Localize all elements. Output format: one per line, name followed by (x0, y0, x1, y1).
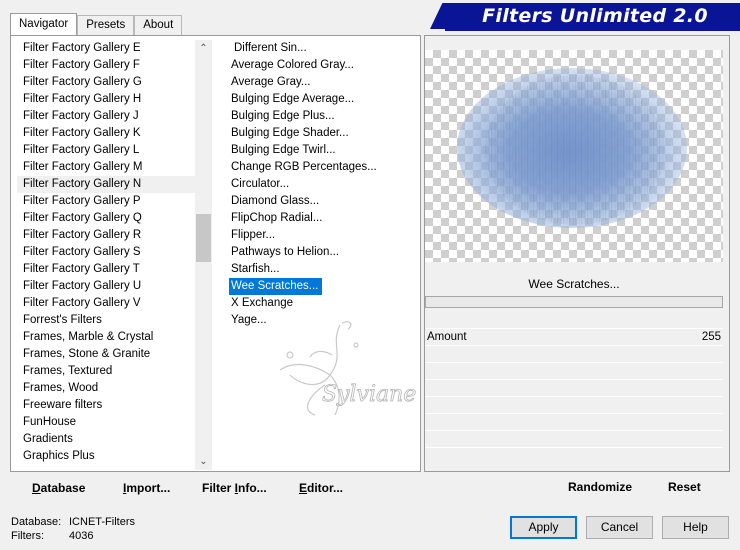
import-button[interactable]: Import... (121, 480, 172, 498)
param-row-amount[interactable]: Amount 255 (425, 328, 723, 345)
filter-item[interactable]: Flipper... (225, 227, 405, 244)
preview-divider (425, 296, 723, 308)
randomize-button[interactable]: Randomize (568, 480, 632, 494)
filter-list: Different Sin... Average Colored Gray... A… (225, 40, 405, 340)
category-item[interactable]: Filter Factory Gallery K (17, 125, 195, 142)
filter-item[interactable]: FlipChop Radial... (225, 210, 405, 227)
param-value: 255 (701, 331, 721, 343)
param-row-empty (425, 362, 723, 379)
reset-button[interactable]: Reset (668, 480, 701, 494)
category-item[interactable]: Filter Factory Gallery R (17, 227, 195, 244)
param-row-empty (425, 345, 723, 362)
database-status-value: ICNET-Filters (69, 516, 135, 528)
cancel-button[interactable]: Cancel (586, 516, 653, 539)
category-item[interactable]: FunHouse (17, 414, 195, 431)
category-item[interactable]: Filter Factory Gallery M (17, 159, 195, 176)
category-item[interactable]: Filter Factory Gallery F (17, 57, 195, 74)
category-item[interactable]: Filter Factory Gallery G (17, 74, 195, 91)
category-item[interactable]: Filter Factory Gallery H (17, 91, 195, 108)
filter-item[interactable]: Bulging Edge Shader... (225, 125, 405, 142)
category-item[interactable]: Filter Factory Gallery V (17, 295, 195, 312)
filter-item[interactable]: X Exchange (225, 295, 405, 312)
category-item[interactable]: Filter Factory Gallery S (17, 244, 195, 261)
filter-item[interactable]: Bulging Edge Average... (225, 91, 405, 108)
signature-watermark: Sylviane (279, 321, 417, 416)
filter-item[interactable]: Average Gray... (225, 74, 405, 91)
help-button[interactable]: Help (662, 516, 729, 539)
category-item[interactable]: Freeware filters (17, 397, 195, 414)
database-status-label: Database: (11, 516, 62, 528)
category-item[interactable]: Filter Factory Gallery T (17, 261, 195, 278)
filter-item[interactable]: Wee Scratches... (229, 278, 323, 295)
category-item[interactable]: Filter Factory Gallery N (17, 176, 195, 193)
category-scrollbar[interactable]: ⌃ ⌄ (195, 40, 212, 470)
category-item[interactable]: Graphics Plus (17, 448, 195, 465)
tab-bar: Navigator Presets About (10, 13, 183, 35)
filter-item[interactable]: Diamond Glass... (225, 193, 405, 210)
category-item[interactable]: Frames, Wood (17, 380, 195, 397)
database-button[interactable]: Database (30, 480, 87, 498)
category-item[interactable]: Forrest's Filters (17, 312, 195, 329)
preview-scratches (485, 75, 665, 225)
app-title: Filters Unlimited 2.0 (482, 5, 708, 27)
tab-presets[interactable]: Presets (77, 15, 135, 35)
category-item[interactable]: Filter Factory Gallery P (17, 193, 195, 210)
category-item[interactable]: Frames, Marble & Crystal (17, 329, 195, 346)
scroll-thumb[interactable] (196, 214, 211, 262)
filter-item[interactable]: Different Sin... (225, 40, 405, 57)
tab-navigator[interactable]: Navigator (10, 13, 78, 35)
status-area: Database: ICNET-Filters Filters: 4036 (11, 515, 135, 543)
category-item[interactable]: Frames, Stone & Granite (17, 346, 195, 363)
filters-status-value: 4036 (69, 530, 94, 542)
filter-item[interactable]: Bulging Edge Plus... (225, 108, 405, 125)
scroll-down-icon[interactable]: ⌄ (195, 453, 212, 470)
category-item[interactable]: Filter Factory Gallery J (17, 108, 195, 125)
preview-image (425, 50, 723, 262)
param-row-empty (425, 413, 723, 430)
category-item[interactable]: Filter Factory Gallery L (17, 142, 195, 159)
param-row-empty (425, 447, 723, 464)
filter-info-button[interactable]: Filter Info... (200, 480, 269, 498)
filter-item[interactable]: Circulator... (225, 176, 405, 193)
category-item[interactable]: Filter Factory Gallery Q (17, 210, 195, 227)
filter-item[interactable]: Starfish... (225, 261, 405, 278)
category-item[interactable]: Frames, Textured (17, 363, 195, 380)
param-row-empty (425, 396, 723, 413)
category-item[interactable]: Gradients (17, 431, 195, 448)
selected-filter-name: Wee Scratches... (528, 277, 620, 291)
category-item[interactable]: Filter Factory Gallery U (17, 278, 195, 295)
param-row-empty (425, 430, 723, 447)
filter-item[interactable]: Pathways to Helion... (225, 244, 405, 261)
filter-item[interactable]: Bulging Edge Twirl... (225, 142, 405, 159)
filter-item[interactable]: Average Colored Gray... (225, 57, 405, 74)
title-banner-underline (445, 29, 740, 31)
param-label: Amount (427, 331, 467, 343)
scroll-up-icon[interactable]: ⌃ (195, 40, 212, 57)
category-list: Filter Factory Gallery E Filter Factory G… (17, 40, 195, 468)
filter-item[interactable]: Change RGB Percentages... (225, 159, 405, 176)
signature-text: Sylviane (322, 382, 416, 407)
apply-button[interactable]: Apply (510, 516, 577, 539)
category-item[interactable]: Filter Factory Gallery E (17, 40, 195, 57)
filters-status-label: Filters: (11, 530, 44, 542)
param-row-empty (425, 379, 723, 396)
editor-button[interactable]: Editor... (297, 480, 345, 498)
tab-about[interactable]: About (134, 15, 183, 35)
